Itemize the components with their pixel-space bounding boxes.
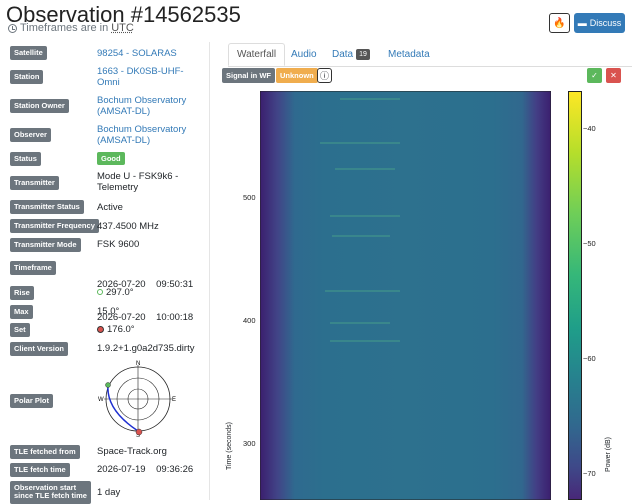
- detail-transmitter-label: Transmitter: [10, 176, 59, 191]
- detail-status-label: Status: [10, 152, 41, 167]
- comments-icon: ▬: [577, 18, 587, 28]
- detail-tle-fetch-time-value: 2026-07-19 09:36:26: [97, 464, 194, 475]
- detail-rise-value: 297.0°: [97, 287, 134, 298]
- colorbar-tick: −50: [583, 239, 596, 248]
- y-tick-500: 500: [243, 193, 256, 202]
- waterfall-plot: [260, 91, 551, 500]
- polar-w-label: W: [98, 397, 104, 403]
- detail-observation-start-value: 1 day: [97, 487, 121, 498]
- detail-client-version-label: Client Version: [10, 342, 69, 357]
- check-icon: ✓: [591, 71, 598, 80]
- detail-max-label: Max: [10, 305, 33, 320]
- detail-tle-fetch-time-label: TLE fetch time: [10, 463, 70, 478]
- detail-station-owner-label: Station Owner: [10, 99, 69, 114]
- status-badge: Good: [97, 152, 125, 165]
- detail-transmitter-frequency-label: Transmitter Frequency: [10, 219, 99, 234]
- detail-set-label: Set: [10, 323, 30, 338]
- info-button[interactable]: ⓘ: [317, 68, 332, 83]
- fire-icon: 🔥: [553, 17, 566, 29]
- detail-observation-start-label: Observation start since TLE fetch time: [10, 481, 91, 504]
- detail-polar-plot-label: Polar Plot: [10, 394, 54, 409]
- detail-station-owner-value[interactable]: Bochum Observatory (AMSAT-DL): [97, 95, 186, 117]
- fire-button[interactable]: 🔥: [549, 13, 570, 33]
- detail-transmitter-frequency-value: 437.4500 MHz: [97, 221, 159, 232]
- column-divider: [209, 42, 210, 500]
- data-count-badge: 19: [356, 48, 370, 60]
- colorbar-tick: −40: [583, 124, 596, 133]
- set-dot-icon: [97, 325, 104, 333]
- info-icon: ⓘ: [319, 71, 329, 81]
- detail-satellite-value[interactable]: 98254 - SOLARAS: [97, 48, 177, 59]
- tab-data[interactable]: Data 19: [332, 43, 370, 65]
- timeframes-note: Timeframes are in UTC: [8, 22, 134, 34]
- detail-timeframe-label: Timeframe: [10, 261, 56, 276]
- close-icon: ✕: [610, 71, 617, 80]
- discuss-button[interactable]: ▬ Discuss: [574, 13, 625, 33]
- polar-n-label: N: [136, 361, 140, 367]
- detail-satellite-label: Satellite: [10, 46, 47, 61]
- detail-transmitter-mode-value: FSK 9600: [97, 239, 140, 250]
- detail-client-version-value: 1.9.2+1.g0a2d735.dirty: [97, 343, 195, 354]
- detail-observer-label: Observer: [10, 128, 51, 143]
- tab-metadata[interactable]: Metadata: [388, 43, 430, 65]
- detail-transmitter-value: Mode U - FSK9k6 - Telemetry: [97, 171, 179, 193]
- detail-station-value[interactable]: 1663 - DK0SB-UHF- Omni: [97, 66, 184, 88]
- mark-no-signal-button[interactable]: ✕: [606, 68, 621, 83]
- observation-tabs: Waterfall Audio Data 19 Metadata: [228, 43, 632, 67]
- polar-plot: N S E W: [98, 361, 176, 438]
- mark-signal-button[interactable]: ✓: [587, 68, 602, 83]
- detail-tle-source-value: Space-Track.org: [97, 446, 167, 457]
- y-tick-400: 400: [243, 316, 256, 325]
- signal-in-wf-label: Signal in WF: [222, 68, 275, 83]
- detail-set-value: 176.0°: [97, 324, 135, 335]
- tab-waterfall[interactable]: Waterfall: [228, 43, 286, 66]
- polar-e-label: E: [172, 397, 176, 403]
- detail-station-label: Station: [10, 70, 44, 85]
- detail-transmitter-mode-label: Transmitter Mode: [10, 238, 81, 253]
- y-tick-300: 300: [243, 439, 256, 448]
- detail-tle-source-label: TLE fetched from: [10, 445, 80, 460]
- detail-transmitter-status-label: Transmitter Status: [10, 200, 84, 215]
- detail-observer-value[interactable]: Bochum Observatory (AMSAT-DL): [97, 124, 186, 146]
- detail-rise-label: Rise: [10, 286, 34, 301]
- tab-audio[interactable]: Audio: [291, 43, 317, 65]
- signal-status-badge: Unknown: [276, 68, 318, 83]
- pass-end-marker: [135, 428, 143, 436]
- y-axis-label: Time (seconds): [226, 422, 233, 470]
- pass-start-marker: [105, 382, 111, 388]
- clock-icon: [8, 23, 17, 33]
- colorbar-tick: −70: [583, 469, 596, 478]
- detail-max-value: 15.0°: [97, 306, 120, 317]
- colorbar-label: Power (dB): [605, 436, 612, 472]
- rise-dot-icon: [97, 289, 103, 296]
- utc-abbr: UTC: [111, 22, 134, 34]
- detail-transmitter-status-value: Active: [97, 202, 123, 213]
- colorbar-tick: −60: [583, 354, 596, 363]
- colorbar: [568, 91, 582, 500]
